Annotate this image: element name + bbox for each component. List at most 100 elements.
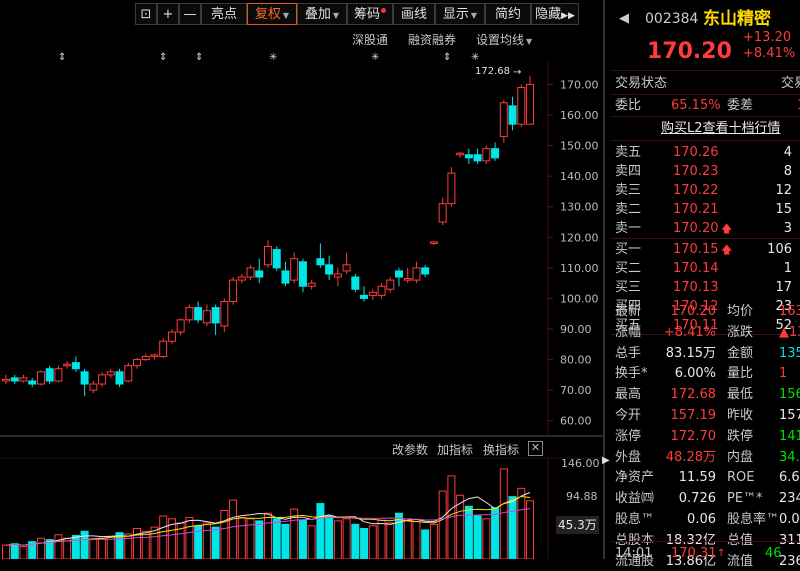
candle[interactable] (307, 280, 316, 290)
candle[interactable] (429, 241, 438, 245)
event-marker-icon[interactable]: ✳ (471, 52, 479, 63)
stat-value: 172.70 (670, 428, 717, 444)
bid-volume: 17 (775, 280, 792, 295)
event-marker-icon[interactable]: ✳ (371, 52, 379, 63)
candle[interactable] (386, 277, 395, 293)
candle[interactable] (438, 197, 447, 226)
candle[interactable] (333, 267, 342, 287)
ask-label: 卖二 (615, 202, 642, 217)
back-arrow-icon[interactable]: ◀ (619, 8, 629, 30)
buy-l2-link[interactable]: 购买L2查看十档行情 (661, 119, 781, 138)
candle[interactable] (368, 289, 377, 300)
candle[interactable] (167, 329, 176, 345)
volume-bar (325, 515, 334, 559)
ask-volume: 12 (775, 183, 792, 198)
candle[interactable] (115, 368, 124, 388)
candle[interactable] (150, 353, 159, 360)
candle[interactable] (464, 148, 473, 164)
candle[interactable] (508, 96, 517, 131)
candle-body (342, 264, 351, 272)
candle[interactable] (19, 374, 28, 383)
candle[interactable] (325, 255, 334, 281)
event-marker-icon[interactable]: ✳ (269, 52, 277, 63)
candle[interactable] (185, 304, 194, 323)
candle[interactable] (447, 166, 456, 207)
candle[interactable] (377, 283, 386, 299)
candle[interactable] (28, 377, 37, 388)
candle[interactable] (106, 368, 115, 378)
candle[interactable] (80, 368, 89, 397)
switch-indicator-button[interactable]: 换指标 (483, 441, 519, 458)
candle[interactable] (473, 148, 482, 164)
candle[interactable] (133, 358, 141, 369)
candle[interactable] (54, 365, 63, 383)
event-marker-icon[interactable]: ⇕ (195, 52, 203, 63)
candle[interactable] (412, 261, 421, 284)
candle[interactable] (71, 356, 80, 372)
candle[interactable] (290, 252, 299, 284)
candle[interactable] (246, 264, 255, 281)
ask-row[interactable]: 卖五 170.26 4 (615, 143, 800, 162)
candle[interactable] (298, 258, 307, 293)
ask-row[interactable]: 卖一 170.20 🡅 3 (615, 219, 800, 238)
candle[interactable] (176, 318, 185, 336)
candle[interactable] (237, 273, 246, 284)
close-icon[interactable]: ✕ (528, 441, 543, 456)
candle[interactable] (159, 338, 168, 359)
candle[interactable] (255, 258, 264, 284)
stat-label: 均价 (727, 304, 754, 319)
bid-row[interactable]: 买三 170.13 17 (615, 278, 800, 297)
candle[interactable] (2, 374, 10, 385)
candle[interactable] (98, 371, 107, 388)
candle-body (281, 270, 290, 284)
event-marker-icon[interactable]: ⇕ (443, 52, 451, 63)
candle[interactable] (526, 76, 534, 125)
candle[interactable] (403, 267, 412, 284)
candle[interactable] (202, 304, 211, 326)
candle[interactable] (421, 264, 430, 278)
candle[interactable] (281, 261, 290, 287)
candle[interactable] (63, 361, 72, 369)
change-params-button[interactable]: 改参数 (392, 441, 428, 458)
candle[interactable] (264, 240, 272, 268)
stat-label: 涨停 (615, 428, 642, 444)
add-indicator-button[interactable]: 加指标 (437, 441, 473, 458)
candle[interactable] (272, 246, 281, 271)
candle[interactable] (456, 151, 465, 158)
candle[interactable] (395, 267, 403, 287)
bid-row[interactable]: 买二 170.14 1 (615, 259, 800, 278)
ask-row[interactable]: 卖四 170.23 8 (615, 162, 800, 181)
ask-price: 170.23 (673, 164, 719, 179)
candle-body (106, 371, 115, 376)
candle[interactable] (342, 252, 351, 274)
bid-row[interactable]: 买一 170.15 🡅 106 (615, 240, 800, 259)
candle[interactable] (351, 273, 360, 293)
candle[interactable] (517, 84, 526, 128)
candle[interactable] (220, 298, 229, 333)
kline-chart-panel[interactable]: ⊡ + — 亮点 复权 ▼ 叠加 ▼ 筹码 画线 显示 ▼ 简约 隐藏▶▶ 深股通 融… (0, 0, 605, 559)
event-marker-icon[interactable]: ⇕ (159, 52, 167, 63)
volume-bar (473, 515, 482, 559)
candle[interactable] (499, 99, 508, 143)
event-marker-icon[interactable]: ⇕ (58, 52, 66, 63)
candle[interactable] (10, 374, 19, 385)
candle[interactable] (316, 243, 325, 268)
candle[interactable] (194, 301, 203, 323)
candle[interactable] (124, 362, 133, 383)
candle[interactable] (482, 145, 491, 164)
ask-row[interactable]: 卖三 170.22 12 (615, 181, 800, 200)
collapse-handle-icon[interactable]: ▶ (602, 455, 610, 477)
candle[interactable] (211, 304, 220, 336)
volume-bar (255, 520, 264, 559)
candle[interactable] (491, 142, 500, 161)
candle[interactable] (36, 370, 45, 386)
candle[interactable] (45, 365, 54, 385)
candle-body (71, 362, 80, 370)
candle[interactable] (229, 277, 238, 305)
candle[interactable] (89, 380, 98, 394)
candle[interactable] (141, 353, 150, 362)
ask-row[interactable]: 卖二 170.21 15 (615, 200, 800, 219)
stat-value: +8.41% (663, 324, 716, 340)
candle[interactable] (360, 286, 369, 302)
candlestick-svg: ⇕ ⇕ ⇕ ✳ ✳ ⇕ ✳ 170.00 160.00 150.00 140.00 130.00 12… (0, 52, 603, 559)
